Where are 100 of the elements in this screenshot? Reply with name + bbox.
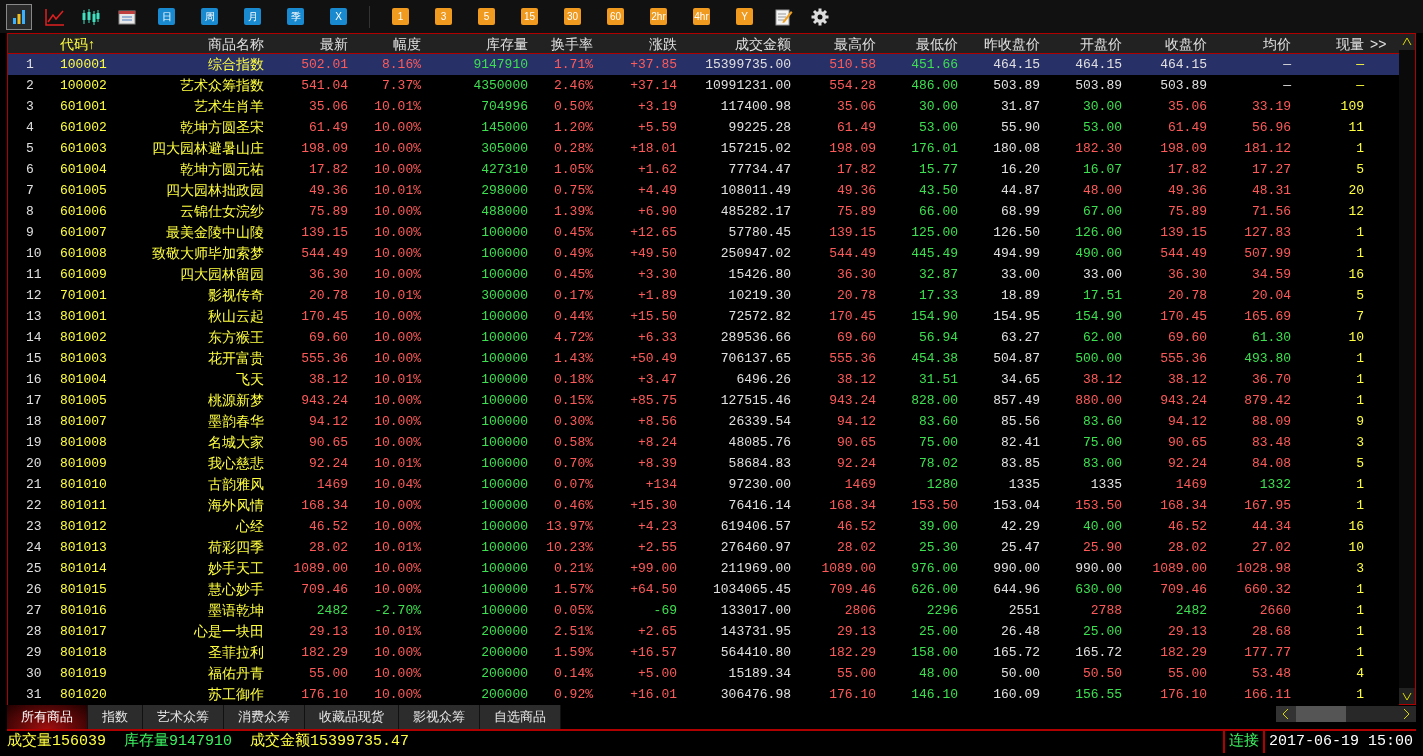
column-header[interactable]: 商品名称: [140, 34, 268, 55]
table-cell-text: 99225.28: [727, 118, 792, 137]
table-cell-text: 15426.80: [727, 265, 792, 284]
table-cell-text: 100000: [480, 538, 529, 557]
chevron-left-icon[interactable]: [1276, 706, 1296, 722]
scroll-thumb[interactable]: [1296, 706, 1346, 722]
table-cell-text: 46.52: [1167, 517, 1208, 536]
table-cell-text: 50.00: [1000, 664, 1041, 683]
column-header[interactable]: 均价: [1211, 34, 1295, 55]
bar-chart-icon[interactable]: [11, 8, 27, 25]
table-cell-text: +99.00: [629, 559, 678, 578]
more-columns-button[interactable]: >>: [1368, 34, 1399, 55]
category-tab[interactable]: 自选商品: [480, 705, 561, 729]
vertical-scrollbar[interactable]: [1399, 34, 1415, 704]
notepad-pencil-icon[interactable]: [775, 7, 793, 26]
category-tab[interactable]: 收藏品现货: [305, 705, 399, 729]
table-cell-text: 83.60: [918, 412, 959, 431]
table-cell-text: 8: [25, 202, 35, 221]
period-button[interactable]: 日: [158, 8, 175, 25]
calendar-icon[interactable]: [118, 8, 136, 25]
table-cell-text: -69: [652, 601, 678, 620]
column-header[interactable]: 昨收盘价: [962, 34, 1044, 55]
table-cell-text: -2.70%: [373, 601, 422, 620]
settings-icon[interactable]: [811, 7, 829, 26]
period-button[interactable]: 月: [244, 8, 261, 25]
column-header[interactable]: 换手率: [532, 34, 597, 55]
table-cell-text: 83.48: [1251, 433, 1292, 452]
table-cell-text: 35.06: [1167, 97, 1208, 116]
column-header[interactable]: 开盘价: [1044, 34, 1126, 55]
line-chart-icon[interactable]: [45, 7, 65, 26]
table-cell-text: +37.14: [629, 76, 678, 95]
chevron-up-icon[interactable]: [1399, 34, 1415, 50]
table-cell-text: 182.30: [1074, 139, 1123, 158]
category-tab[interactable]: 艺术众筹: [143, 705, 224, 729]
period-button[interactable]: X: [330, 8, 347, 25]
table-cell-text: 601003: [59, 139, 108, 158]
table-cell-text: 108011.49: [719, 181, 792, 200]
table-cell-text: 160.09: [992, 685, 1041, 704]
column-header[interactable]: 代码↑: [50, 34, 140, 55]
column-header[interactable]: 最低价: [880, 34, 962, 55]
table-cell-text: 176.01: [910, 139, 959, 158]
table-cell-text: 17.51: [1082, 286, 1123, 305]
table-cell-text: 153.04: [992, 496, 1041, 515]
table-cell-text: 976.00: [910, 559, 959, 578]
table-cell-text: 15.77: [918, 160, 959, 179]
period-button[interactable]: 周: [201, 8, 218, 25]
table-row[interactable]: 1 100001 综合指数 502.01 8.16% 9147910 1.71% +37.85 15399735.00 510.58 451.66 464.15 464.15 464.15 — —: [8, 54, 1399, 75]
table-cell-text: 2551: [1007, 601, 1041, 620]
category-tab[interactable]: 消费众筹: [224, 705, 305, 729]
table-cell-text: 36.30: [308, 265, 349, 284]
table-cell-text: 1332: [1258, 475, 1292, 494]
category-tab[interactable]: 影视众筹: [399, 705, 480, 729]
column-header[interactable]: 成交金额: [681, 34, 795, 55]
column-header[interactable]: 现量: [1295, 34, 1368, 55]
table-cell-text: 176.10: [828, 685, 877, 704]
table-cell-text: 2: [25, 76, 35, 95]
column-header[interactable]: 涨跌: [597, 34, 681, 55]
table-cell-text: +8.56: [637, 412, 678, 431]
table-cell-text: 1469: [843, 475, 877, 494]
table-cell-text: 10.23%: [545, 538, 594, 557]
table-cell-text: 125.00: [910, 223, 959, 242]
table-cell-text: 0.28%: [553, 139, 594, 158]
period-button[interactable]: 季: [287, 8, 304, 25]
table-cell-text: 25.90: [1082, 538, 1123, 557]
table-cell-text: 100000: [480, 475, 529, 494]
table-cell-text: +49.50: [629, 244, 678, 263]
table-cell-text: 127.83: [1243, 223, 1292, 242]
table-cell-text: 49.36: [1167, 181, 1208, 200]
horizontal-scrollbar[interactable]: [1276, 706, 1416, 722]
column-header[interactable]: 最新: [268, 34, 352, 55]
column-header[interactable]: 库存量: [425, 34, 532, 55]
table-cell-text: 28.02: [308, 538, 349, 557]
table-cell-text: 619406.57: [719, 517, 792, 536]
table-cell-text: 464.15: [992, 55, 1041, 74]
column-header[interactable]: 收盘价: [1126, 34, 1211, 55]
table-cell-text: 19: [25, 433, 43, 452]
table-cell-text: 12: [25, 286, 43, 305]
table-cell-text: 53.48: [1251, 664, 1292, 683]
table-cell-text: 13: [25, 307, 43, 326]
table-cell-text: 181.12: [1243, 139, 1292, 158]
chevron-down-icon[interactable]: [1399, 688, 1415, 704]
table-cell-text: 53.00: [918, 118, 959, 137]
table-cell-text: 801004: [59, 370, 108, 389]
table-row[interactable]: 31 801020 苏工御作 176.10 10.00% 200000 0.92% +16.01 306476.98 176.10 146.10 160.09 156.55 176.10 166.11 1: [8, 684, 1399, 705]
table-cell-text: 花开富贵: [207, 349, 265, 368]
table-cell-text: 34.65: [1000, 370, 1041, 389]
column-header[interactable]: 最高价: [795, 34, 880, 55]
candlestick-icon[interactable]: [81, 7, 101, 26]
table-cell-text: 1.57%: [553, 580, 594, 599]
table-cell-text: 92.24: [836, 454, 877, 473]
category-tab[interactable]: 指数: [88, 705, 143, 729]
table-cell-text: 四大园林拙政园: [165, 181, 265, 200]
table-cell-text: 1: [1355, 349, 1365, 368]
table-cell-text: 1.59%: [553, 643, 594, 662]
table-cell-text: 109: [1339, 97, 1365, 116]
table-cell-text: 3: [1355, 433, 1365, 452]
table-cell-text: 182.29: [828, 643, 877, 662]
column-header[interactable]: 幅度: [352, 34, 425, 55]
table-cell-text: 10.00%: [373, 349, 422, 368]
category-tab[interactable]: 所有商品: [7, 705, 88, 729]
